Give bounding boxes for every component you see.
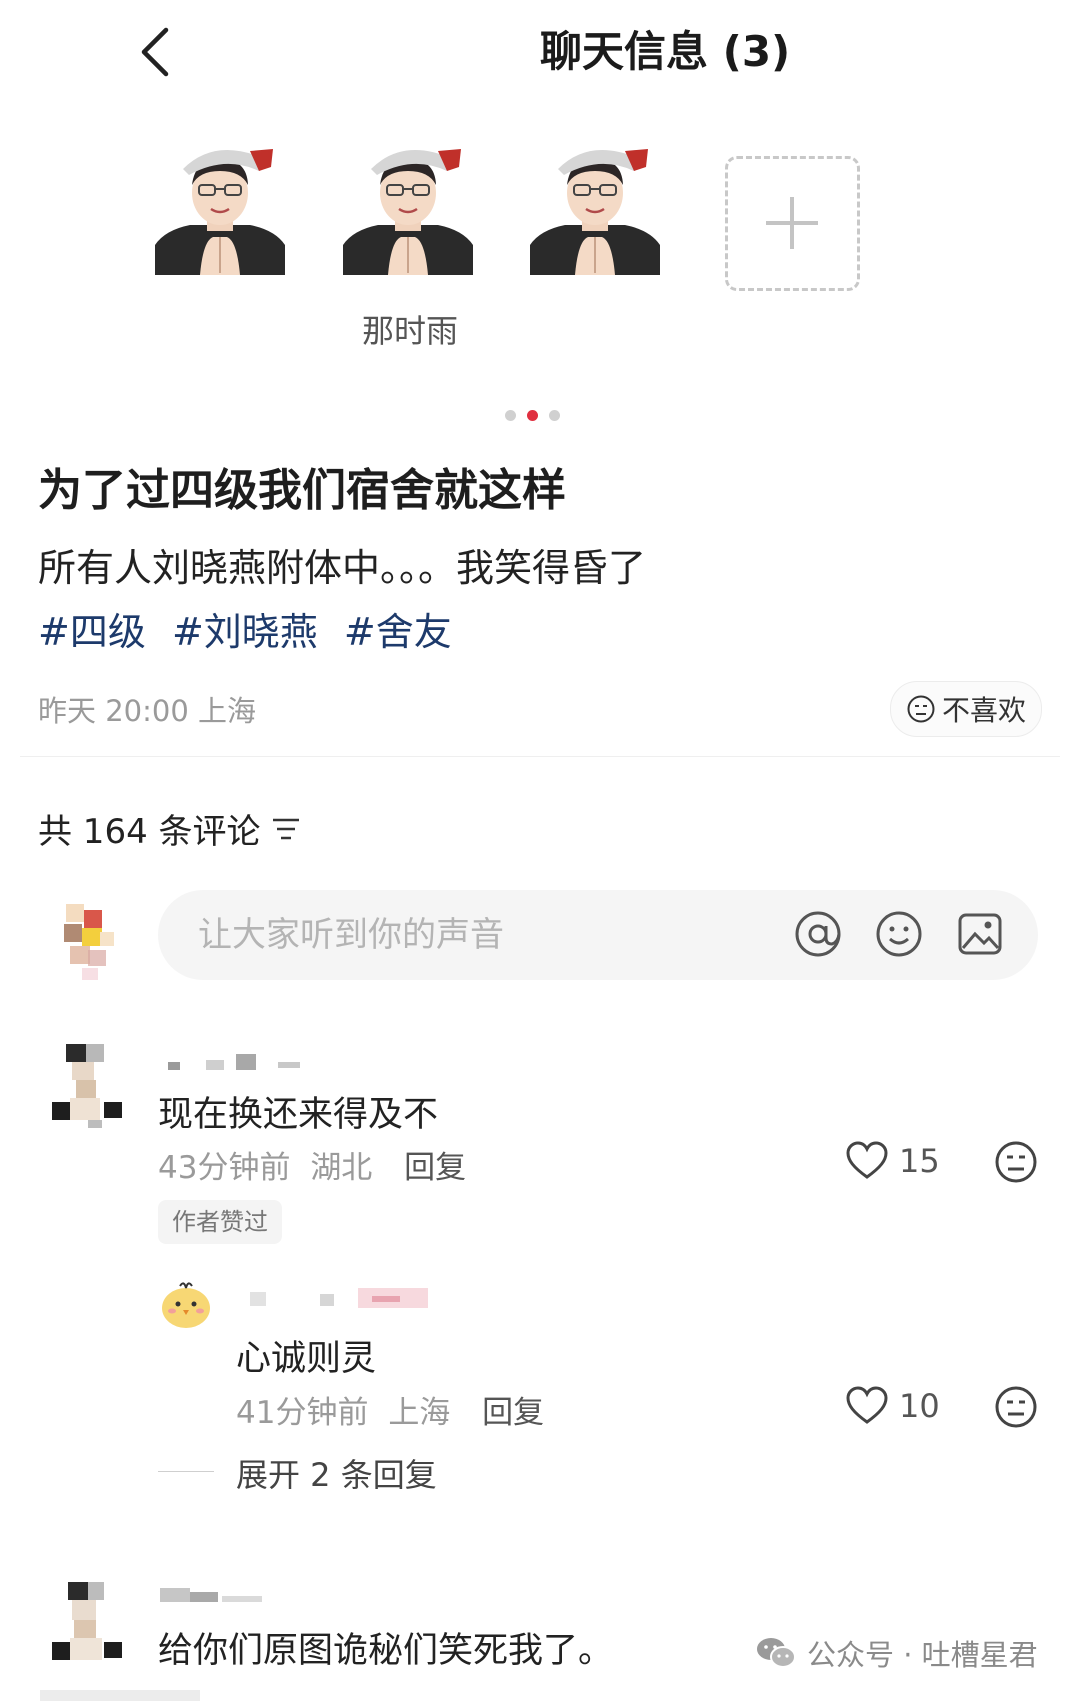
commenter-avatar[interactable] (52, 1580, 124, 1668)
dislike-comment-button[interactable] (994, 1140, 1038, 1188)
heart-icon (846, 1386, 888, 1424)
user-avatar (52, 898, 122, 988)
reply-button[interactable]: 回复 (482, 1395, 544, 1431)
like-button[interactable]: 10 (845, 1386, 940, 1426)
at-icon (795, 911, 841, 957)
reply-avatar[interactable] (158, 1278, 214, 1334)
reply-meta: 41分钟前 上海 回复 (236, 1387, 544, 1432)
mention-button[interactable] (792, 908, 844, 960)
dislike-comment-button[interactable] (994, 1385, 1038, 1433)
filter-lines-icon (272, 818, 299, 839)
reply-button[interactable]: 回复 (404, 1150, 466, 1186)
like-count: 15 (899, 1142, 940, 1180)
expand-divider (158, 1471, 214, 1472)
reply-time: 41分钟前 (236, 1395, 369, 1431)
like-count: 10 (899, 1387, 940, 1425)
post-tags: #四级 #刘晓燕 #舍友 (38, 601, 466, 656)
hashtag-link[interactable]: #舍友 (344, 610, 452, 654)
comments-count[interactable]: 共 164 条评论 (38, 804, 301, 853)
carousel-dot-active (527, 410, 538, 421)
like-button[interactable]: 15 (845, 1141, 940, 1181)
post-title: 为了过四级我们宿舍就这样 (38, 465, 566, 516)
watermark: 公众号 · 吐槽星君 (755, 1632, 1038, 1674)
emoji-button[interactable] (873, 908, 925, 960)
wechat-icon (757, 1638, 796, 1668)
author-liked-badge: 作者赞过 (158, 1200, 282, 1244)
page-title: 聊天信息 (3) (540, 27, 791, 76)
carousel-dot (549, 410, 560, 421)
emoji-icon (876, 911, 922, 957)
chevron-left-icon (141, 27, 169, 77)
dislike-label: 不喜欢 (941, 694, 1026, 727)
carousel-dots (505, 410, 565, 424)
comment-text: 现在换还来得及不 (158, 1095, 439, 1135)
image-upload-button[interactable] (954, 908, 1006, 960)
reply-text: 心诚则灵 (236, 1339, 377, 1379)
image-icon (958, 913, 1002, 955)
heart-icon (846, 1141, 888, 1179)
post-meta: 昨天 20:00 上海 (38, 694, 257, 728)
comment-text: 给你们原图诡秘们笑死我了。 (158, 1631, 614, 1671)
comment-meta: 43分钟前 湖北 回复 (158, 1142, 466, 1187)
reply-location: 上海 (388, 1395, 451, 1431)
expand-replies-button[interactable]: 展开 2 条回复 (236, 1450, 437, 1496)
gallery-image[interactable] (155, 145, 285, 275)
commenter-avatar[interactable] (52, 1040, 124, 1128)
neutral-face-icon (995, 1141, 1037, 1183)
reply-author-name (240, 1286, 440, 1308)
carousel-dot (505, 410, 516, 421)
comments-count-label: 共 164 条评论 (38, 812, 261, 852)
commenter-name (158, 1048, 358, 1070)
neutral-face-icon (907, 695, 935, 723)
comment-location: 湖北 (310, 1150, 373, 1186)
comment-time: 43分钟前 (158, 1150, 291, 1186)
watermark-label: 公众号 · 吐槽星君 (807, 1638, 1038, 1672)
post-body: 所有人刘晓燕附体中。。。我笑得昏了 (38, 546, 647, 590)
divider (20, 756, 1060, 757)
commenter-name (158, 1584, 278, 1604)
dislike-button[interactable]: 不喜欢 (890, 681, 1042, 737)
back-button[interactable] (130, 22, 180, 82)
chick-icon (162, 1282, 210, 1328)
plus-icon (766, 197, 818, 249)
image-caption: 那时雨 (361, 312, 458, 350)
hashtag-link[interactable]: #刘晓燕 (172, 610, 318, 654)
neutral-face-icon (995, 1386, 1037, 1428)
hashtag-link[interactable]: #四级 (38, 610, 146, 654)
add-image-button[interactable] (725, 156, 860, 291)
gallery-image[interactable] (530, 145, 660, 275)
gallery-image-selected[interactable] (343, 145, 473, 275)
bottom-bar (40, 1690, 200, 1701)
